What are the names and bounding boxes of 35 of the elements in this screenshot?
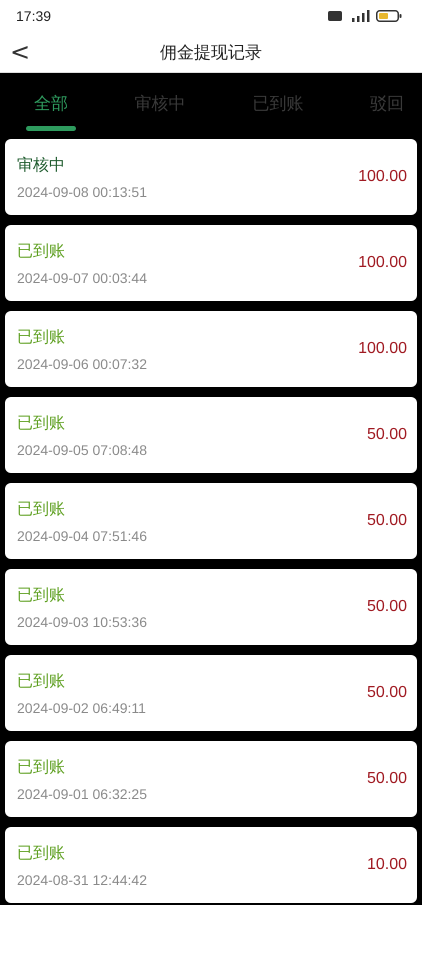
record-amount: 50.00: [366, 512, 407, 530]
record-amount: 50.00: [366, 598, 407, 616]
record-time: 2024-08-31 12:44:42: [17, 872, 147, 888]
battery-icon: [376, 10, 402, 22]
record-status: 审核中: [17, 154, 66, 176]
back-button[interactable]: <: [4, 36, 36, 68]
record-time: 2024-09-03 10:53:36: [17, 614, 147, 630]
record-status: 已到账: [17, 240, 66, 262]
record-time: 2024-09-05 07:08:48: [17, 442, 147, 458]
record-amount: 100.00: [358, 254, 407, 272]
record-status: 已到账: [17, 756, 66, 778]
record-amount: 10.00: [366, 856, 407, 874]
record-amount: 100.00: [358, 168, 407, 186]
record-status: 已到账: [17, 842, 66, 864]
record-time: 2024-09-01 06:32:25: [17, 786, 147, 802]
clock-time: 17:39: [16, 8, 52, 24]
filter-tab[interactable]: 审核中: [128, 73, 192, 133]
record-amount: 50.00: [366, 426, 407, 444]
page-title: 佣金提现记录: [160, 42, 262, 64]
record-time: 2024-09-08 00:13:51: [17, 184, 147, 200]
filter-tab[interactable]: 驳回: [364, 73, 410, 133]
record-time: 2024-09-07 00:03:44: [17, 270, 147, 286]
record-amount: 50.00: [366, 770, 407, 788]
record-status: 已到账: [17, 670, 66, 692]
filter-tab[interactable]: 已到账: [246, 73, 310, 133]
filter-tab[interactable]: 全部: [28, 73, 74, 133]
record-status: 已到账: [17, 584, 66, 606]
record-time: 2024-09-04 07:51:46: [17, 528, 147, 544]
record-amount: 50.00: [366, 684, 407, 702]
record-status: 已到账: [17, 326, 66, 348]
record-status: 已到账: [17, 498, 66, 520]
record-time: 2024-09-02 06:49:11: [17, 700, 146, 716]
record-time: 2024-09-06 00:07:32: [17, 356, 147, 372]
record-status: 已到账: [17, 412, 66, 434]
record-amount: 100.00: [358, 340, 407, 358]
